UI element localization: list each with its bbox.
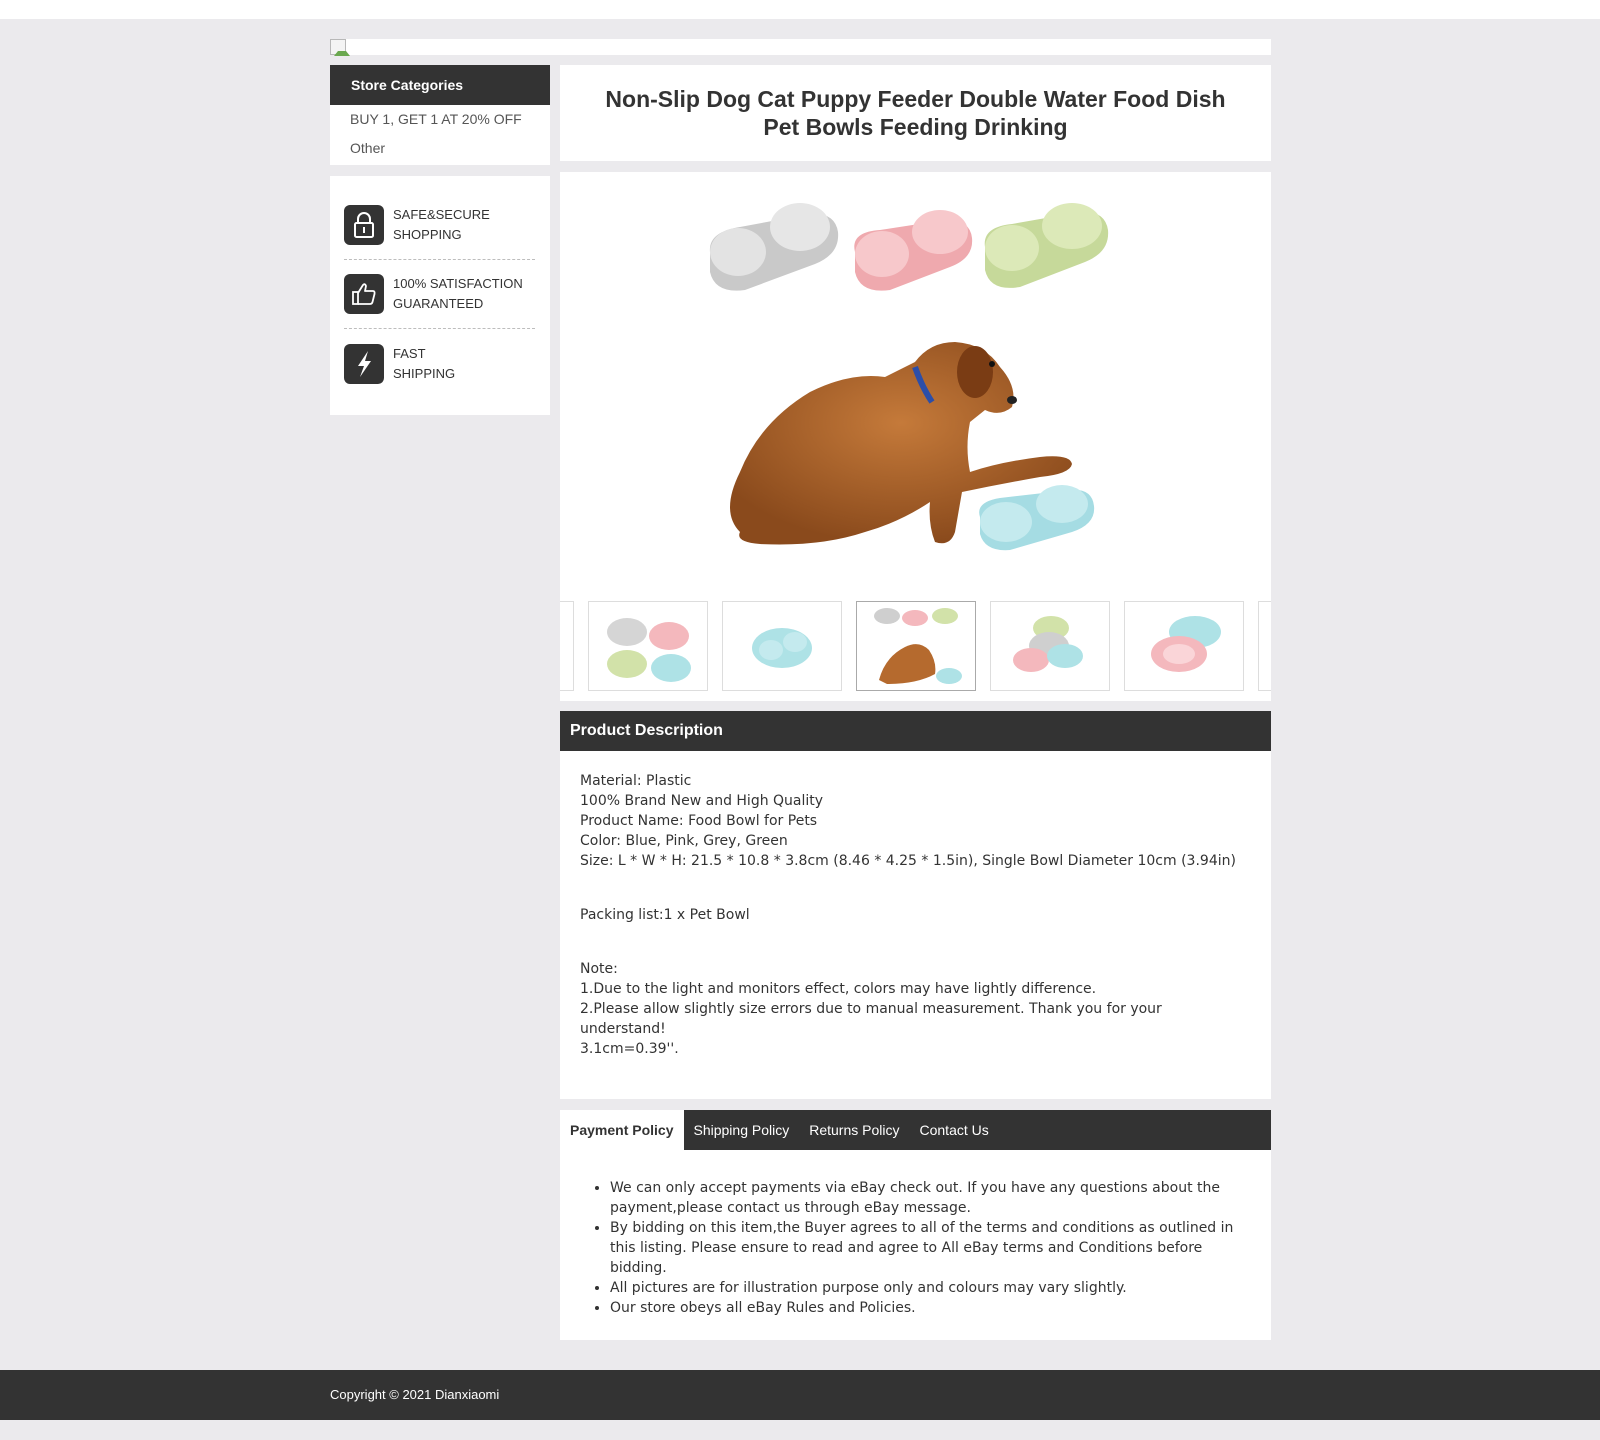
thumbnail-image: [874, 608, 962, 684]
thumbnail[interactable]: [722, 601, 842, 691]
description-line: Product Name: Food Bowl for Pets: [580, 813, 818, 829]
trust-line: SHIPPING: [393, 365, 456, 381]
thumbnail-active[interactable]: [856, 601, 976, 691]
description-line: Color: Blue, Pink, Grey, Green: [580, 833, 788, 849]
trust-badges-panel: SAFE&SECURE SHOPPING 100% SATISFACTION G…: [330, 176, 550, 415]
description-line: 100% Brand New and High Quality: [580, 793, 824, 809]
trust-line: 100% SATISFACTION: [393, 276, 523, 291]
tab-payment-policy[interactable]: Payment Policy: [560, 1110, 684, 1150]
description-line: Material: Plastic: [580, 773, 692, 789]
trust-line: SHOPPING: [393, 227, 462, 242]
pink-bowl: [854, 210, 973, 291]
thumbnail[interactable]: [1258, 601, 1271, 691]
thumbnail[interactable]: [588, 601, 708, 691]
broken-image-icon: [330, 39, 350, 56]
copyright-text: Copyright © 2021 Dianxiaomi: [330, 1387, 500, 1402]
packing-list: Packing list:1 x Pet Bowl: [580, 907, 750, 923]
product-title-panel: Non-Slip Dog Cat Puppy Feeder Double Wat…: [560, 65, 1271, 161]
thumbnail[interactable]: [990, 601, 1110, 691]
grey-bowl: [709, 203, 839, 291]
product-description-heading: Product Description: [560, 711, 1271, 751]
trust-line: FAST: [393, 345, 426, 361]
category-link-other[interactable]: Other: [330, 134, 550, 163]
tab-contact-us[interactable]: Contact Us: [910, 1110, 999, 1150]
main-product-image: [709, 203, 1109, 551]
thumbnail-image: [752, 628, 812, 668]
note-line: 3.1cm=0.39''.: [580, 1041, 679, 1057]
category-link-buy1get1[interactable]: BUY 1, GET 1 AT 20% OFF: [330, 105, 550, 134]
thumbnail[interactable]: [1124, 601, 1244, 691]
note-line: 1.Due to the light and monitors effect, …: [580, 981, 1097, 997]
green-bowl: [984, 203, 1109, 288]
trust-line: GUARANTEED: [393, 296, 484, 311]
product-gallery: [560, 172, 1271, 701]
policy-item: By bidding on this item,the Buyer agrees…: [610, 1218, 1241, 1278]
top-bar: [0, 0, 1600, 19]
thumbnail-image: [607, 618, 691, 682]
note-line: 2.Please allow slightly size errors due …: [580, 1001, 1162, 1037]
note-title: Note:: [580, 961, 618, 977]
description-line: Size: L * W * H: 21.5 * 10.8 * 3.8cm (8.…: [580, 853, 1236, 869]
trust-badge-satisfaction: 100% SATISFACTION GUARANTEED: [344, 260, 535, 329]
trust-line: SAFE&SECURE: [393, 207, 490, 222]
blue-bowl: [979, 485, 1095, 551]
payment-policy-content: We can only accept payments via eBay che…: [560, 1150, 1271, 1340]
policy-item: Our store obeys all eBay Rules and Polic…: [610, 1298, 1241, 1318]
thumbnail-strip: [560, 601, 1271, 693]
store-categories-title: Store Categories: [330, 65, 550, 105]
product-description: Material: Plastic 100% Brand New and Hig…: [560, 751, 1271, 1099]
store-banner: [330, 39, 1271, 56]
policy-item: We can only accept payments via eBay che…: [610, 1178, 1241, 1218]
footer: Copyright © 2021 Dianxiaomi: [0, 1370, 1600, 1420]
thumbnail[interactable]: [560, 601, 574, 691]
lock-icon: [344, 205, 384, 245]
policy-list: We can only accept payments via eBay che…: [610, 1178, 1241, 1318]
thumbnail-image: [1151, 616, 1221, 672]
thumbs-up-icon: [344, 274, 384, 314]
tab-shipping-policy[interactable]: Shipping Policy: [684, 1110, 800, 1150]
lightning-icon: [344, 343, 384, 384]
policy-tabs: Payment Policy Shipping Policy Returns P…: [560, 1110, 1271, 1150]
policy-item: All pictures are for illustration purpos…: [610, 1278, 1241, 1298]
trust-badge-shipping: FAST SHIPPING: [344, 329, 535, 398]
store-categories-panel: Store Categories BUY 1, GET 1 AT 20% OFF…: [330, 65, 550, 165]
trust-badge-secure: SAFE&SECURE SHOPPING: [344, 191, 535, 260]
thumbnail-image: [1013, 616, 1083, 672]
product-title: Non-Slip Dog Cat Puppy Feeder Double Wat…: [605, 86, 1226, 140]
tab-returns-policy[interactable]: Returns Policy: [799, 1110, 909, 1150]
